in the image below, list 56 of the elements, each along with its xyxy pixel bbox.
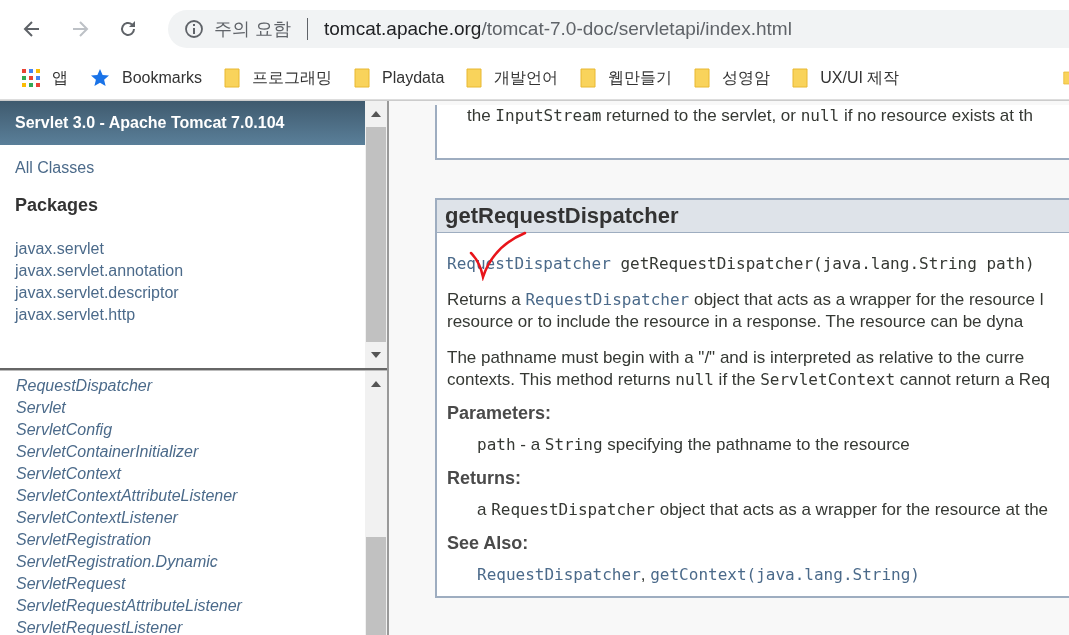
doc-link[interactable]: RequestDispatcher bbox=[477, 565, 641, 584]
all-classes-link[interactable]: All Classes bbox=[15, 159, 95, 177]
bookmark-folder[interactable]: 성영암 bbox=[694, 67, 771, 89]
folder-icon bbox=[466, 68, 483, 88]
package-link[interactable]: javax.servlet.descriptor bbox=[15, 282, 179, 304]
apps-icon bbox=[22, 69, 40, 87]
method-heading: getRequestDispatcher bbox=[437, 200, 1069, 233]
description-text: Returns a RequestDispatcher object that acts as a wrapper for the resource l bbox=[447, 289, 1045, 311]
description-text: the InputStream returned to the servlet, or null if no resource exists at th bbox=[467, 105, 1034, 127]
star-icon bbox=[90, 68, 110, 88]
class-link[interactable]: ServletRequest bbox=[16, 573, 126, 595]
info-icon[interactable] bbox=[184, 18, 204, 39]
packages-heading: Packages bbox=[15, 195, 99, 216]
security-label: 주의 요함 bbox=[214, 17, 291, 41]
class-link[interactable]: ServletConfig bbox=[16, 419, 113, 441]
section-heading: See Also: bbox=[447, 533, 530, 554]
bookmark-folder[interactable]: 개발언어 bbox=[466, 67, 559, 89]
bookmark-folder[interactable]: Playdata bbox=[354, 68, 445, 88]
section-text: a RequestDispatcher object that acts as a wrapper for the resource at the bbox=[477, 499, 1050, 521]
class-link[interactable]: ServletRequestAttributeListener bbox=[16, 595, 242, 617]
class-link[interactable]: ServletRegistration.Dynamic bbox=[16, 551, 218, 573]
class-link[interactable]: Servlet bbox=[16, 397, 66, 419]
section-text: path - a String specifying the pathname to the resource bbox=[477, 434, 911, 456]
frame-header: Servlet 3.0 - Apache Tomcat 7.0.104 bbox=[0, 101, 365, 145]
class-link[interactable]: ServletContext bbox=[16, 463, 121, 485]
folder-icon bbox=[224, 68, 241, 88]
scrollbar[interactable] bbox=[365, 101, 387, 368]
bookmark-folder[interactable]: UX/UI 제작 bbox=[792, 67, 900, 89]
class-link[interactable]: ServletContainerInitializer bbox=[16, 441, 199, 463]
section-heading: Parameters: bbox=[447, 403, 553, 424]
description-text: The pathname must begin with a "/" and is interpreted as relative to the curre bbox=[447, 347, 1026, 369]
package-link[interactable]: javax.servlet.annotation bbox=[15, 260, 184, 282]
description-text: resource or to include the resource in a response. The resource can be dyna bbox=[447, 311, 1025, 333]
back-icon[interactable] bbox=[22, 18, 42, 39]
folder-icon bbox=[580, 68, 597, 88]
forward-icon[interactable] bbox=[70, 18, 90, 39]
scrollbar[interactable] bbox=[365, 371, 387, 635]
section-text: RequestDispatcher, getContext(java.lang.String) bbox=[477, 564, 921, 586]
package-link[interactable]: javax.servlet bbox=[15, 238, 104, 260]
package-link[interactable]: javax.servlet.http bbox=[15, 304, 136, 326]
bookmark-folder[interactable]: 웹만들기 bbox=[580, 67, 673, 89]
bookmark-folder[interactable]: 프로그래밍 bbox=[224, 67, 333, 89]
folder-icon bbox=[354, 68, 371, 88]
folder-icon bbox=[694, 68, 711, 88]
class-link[interactable]: ServletContextListener bbox=[16, 507, 178, 529]
class-link[interactable]: RequestDispatcher bbox=[16, 375, 153, 397]
url-text: tomcat.apache.org/tomcat-7.0-doc/servletapi/index.html bbox=[324, 17, 792, 40]
folder-icon bbox=[792, 68, 809, 88]
address-bar[interactable]: 주의 요함 tomcat.apache.org/tomcat-7.0-doc/servletapi/index.html bbox=[168, 9, 1069, 48]
bookmark-item[interactable]: 앱 bbox=[22, 67, 68, 89]
class-link[interactable]: ServletRegistration bbox=[16, 529, 152, 551]
section-heading: Returns: bbox=[447, 468, 522, 489]
doc-link[interactable]: getContext(java.lang.String) bbox=[650, 565, 920, 584]
bookmark-item[interactable]: Bookmarks bbox=[90, 68, 203, 88]
description-text: contexts. This method returns null if the ServletContext cannot return a Req bbox=[447, 369, 1052, 391]
class-link[interactable]: ServletContextAttributeListener bbox=[16, 485, 238, 507]
